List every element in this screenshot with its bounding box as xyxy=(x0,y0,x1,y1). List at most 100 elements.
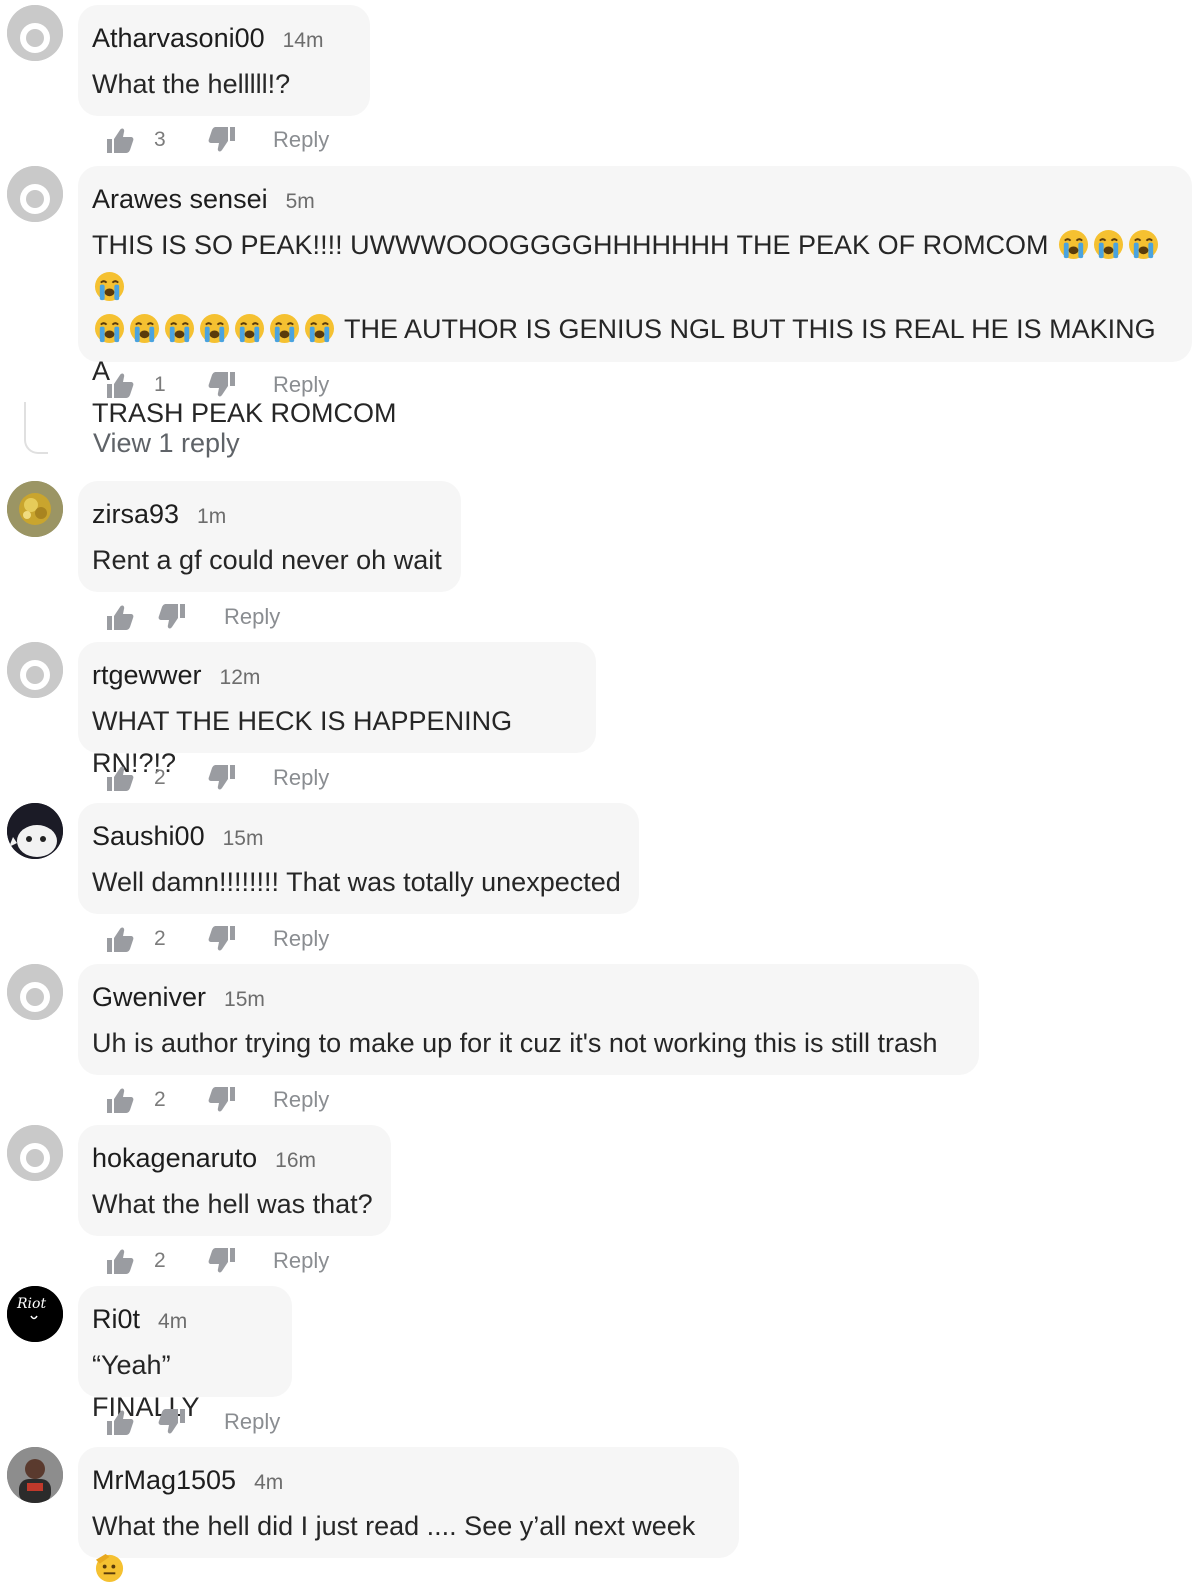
comment-bubble: hokagenaruto 16m What the hell was that? xyxy=(78,1125,391,1236)
comment-bubble: Arawes sensei 5m THIS IS SO PEAK!!!! UWWW… xyxy=(78,166,1192,428)
timestamp: 12m xyxy=(219,666,261,689)
like-button[interactable] xyxy=(104,367,138,403)
thumbs-up-icon xyxy=(107,373,134,398)
comment-text: Well damn!!!!!!!! That was totally unexp… xyxy=(92,867,621,897)
timestamp: 14m xyxy=(282,29,324,52)
loudly-crying-face-icon xyxy=(199,313,230,344)
default-avatar-icon[interactable] xyxy=(7,964,63,1020)
gold-photo-avatar-icon[interactable] xyxy=(7,481,63,537)
username[interactable]: Atharvasoni00 xyxy=(92,23,265,53)
thumbs-up-icon xyxy=(107,766,134,791)
like-count: 2 xyxy=(154,766,166,789)
like-button[interactable] xyxy=(104,760,138,796)
dislike-button[interactable] xyxy=(154,1404,188,1440)
thread-connector xyxy=(24,402,48,454)
loudly-crying-face-icon xyxy=(269,313,300,344)
riot-logo-avatar-icon[interactable]: Riot xyxy=(7,1286,63,1342)
comment-bubble: MrMag1505 4m What the hell did I just rea… xyxy=(78,1447,739,1583)
like-count: 2 xyxy=(154,927,166,950)
comment-bubble: rtgewwer 12m WHAT THE HECK IS HAPPENING R… xyxy=(78,642,596,778)
saluting-face-icon xyxy=(94,1552,125,1583)
reply-button[interactable]: Reply xyxy=(224,1404,280,1440)
comment-bubble: Saushi00 15m Well damn!!!!!!!! That was t… xyxy=(78,803,639,914)
dislike-button[interactable] xyxy=(204,1082,238,1118)
reply-button[interactable]: Reply xyxy=(273,367,329,403)
thumbs-down-icon xyxy=(208,765,235,790)
reply-button[interactable]: Reply xyxy=(224,599,280,635)
reply-button[interactable]: Reply xyxy=(273,760,329,796)
comment-meta: Saushi00 15m xyxy=(92,821,263,852)
loudly-crying-face-icon xyxy=(94,271,125,302)
loudly-crying-face-icon xyxy=(94,313,125,344)
thumbs-down-icon xyxy=(208,1248,235,1273)
dislike-button[interactable] xyxy=(204,1243,238,1279)
default-avatar-icon[interactable] xyxy=(7,5,63,61)
comment-text-content: What the hell did I just read .... See y… xyxy=(92,1511,696,1541)
like-button[interactable] xyxy=(104,1082,138,1118)
like-count: 2 xyxy=(154,1088,166,1111)
username[interactable]: Ri0t xyxy=(92,1304,140,1334)
dislike-button[interactable] xyxy=(154,599,188,635)
loudly-crying-face-icon xyxy=(1058,229,1089,260)
comment-meta: Atharvasoni00 14m xyxy=(92,23,323,54)
username[interactable]: MrMag1505 xyxy=(92,1465,236,1495)
timestamp: 1m xyxy=(197,505,227,528)
reply-button[interactable]: Reply xyxy=(273,921,329,957)
reply-button[interactable]: Reply xyxy=(273,122,329,158)
thumbs-up-icon xyxy=(107,1249,134,1274)
timestamp: 4m xyxy=(158,1310,188,1333)
like-button[interactable] xyxy=(104,599,138,635)
like-button[interactable] xyxy=(104,1243,138,1279)
like-count: 3 xyxy=(154,128,166,151)
view-replies-link[interactable]: View 1 reply xyxy=(93,428,240,459)
dislike-button[interactable] xyxy=(204,122,238,158)
like-button[interactable] xyxy=(104,1404,138,1440)
loudly-crying-face-icon xyxy=(1128,229,1159,260)
default-avatar-icon[interactable] xyxy=(7,642,63,698)
comment-meta: Gweniver 15m xyxy=(92,982,265,1013)
comment-meta: Ri0t 4m xyxy=(92,1304,187,1335)
timestamp: 16m xyxy=(275,1149,316,1172)
comment-text: What the helllll!? xyxy=(92,69,291,99)
username[interactable]: rtgewwer xyxy=(92,660,202,690)
comment-text: What the hell did I just read .... See y… xyxy=(92,1505,725,1589)
photo-avatar-icon[interactable] xyxy=(7,1447,63,1503)
like-button[interactable] xyxy=(104,921,138,957)
dislike-button[interactable] xyxy=(204,760,238,796)
thumbs-down-icon xyxy=(158,604,185,629)
like-button[interactable] xyxy=(104,122,138,158)
timestamp: 15m xyxy=(222,827,264,850)
loudly-crying-face-icon xyxy=(129,313,160,344)
comment-text: Uh is author trying to make up for it cu… xyxy=(92,1028,938,1058)
timestamp: 15m xyxy=(224,988,265,1011)
comment-text: THIS IS SO PEAK!!!! UWWWOOOGGGGHHHHHHH T… xyxy=(92,224,1178,434)
reply-button[interactable]: Reply xyxy=(273,1243,329,1279)
comment-meta: hokagenaruto 16m xyxy=(92,1143,316,1174)
comment-meta: MrMag1505 4m xyxy=(92,1465,283,1496)
comment-bubble: Atharvasoni00 14m What the helllll!? xyxy=(78,5,370,116)
timestamp: 5m xyxy=(285,190,315,213)
comment-bubble: Gweniver 15m Uh is author trying to make … xyxy=(78,964,979,1075)
timestamp: 4m xyxy=(254,1471,284,1494)
username[interactable]: Arawes sensei xyxy=(92,184,268,214)
username[interactable]: hokagenaruto xyxy=(92,1143,257,1173)
username[interactable]: zirsa93 xyxy=(92,499,179,529)
comment-bubble: zirsa93 1m Rent a gf could never oh wait xyxy=(78,481,461,592)
anime-avatar-icon[interactable] xyxy=(7,803,63,859)
avatar-logo-text: Riot xyxy=(16,1296,46,1312)
default-avatar-icon[interactable] xyxy=(7,166,63,222)
username[interactable]: Saushi00 xyxy=(92,821,205,851)
thumbs-down-icon xyxy=(158,1409,185,1434)
comment-text-line: THIS IS SO PEAK!!!! UWWWOOOGGGGHHHHHHH T… xyxy=(92,230,1049,260)
dislike-button[interactable] xyxy=(204,367,238,403)
loudly-crying-face-icon xyxy=(1093,229,1124,260)
dislike-button[interactable] xyxy=(204,921,238,957)
loudly-crying-face-icon xyxy=(164,313,195,344)
thumbs-down-icon xyxy=(208,926,235,951)
reply-button[interactable]: Reply xyxy=(273,1082,329,1118)
like-count: 2 xyxy=(154,1249,166,1272)
comment-text: Rent a gf could never oh wait xyxy=(92,545,442,575)
thumbs-down-icon xyxy=(208,1087,235,1112)
username[interactable]: Gweniver xyxy=(92,982,206,1012)
default-avatar-icon[interactable] xyxy=(7,1125,63,1181)
